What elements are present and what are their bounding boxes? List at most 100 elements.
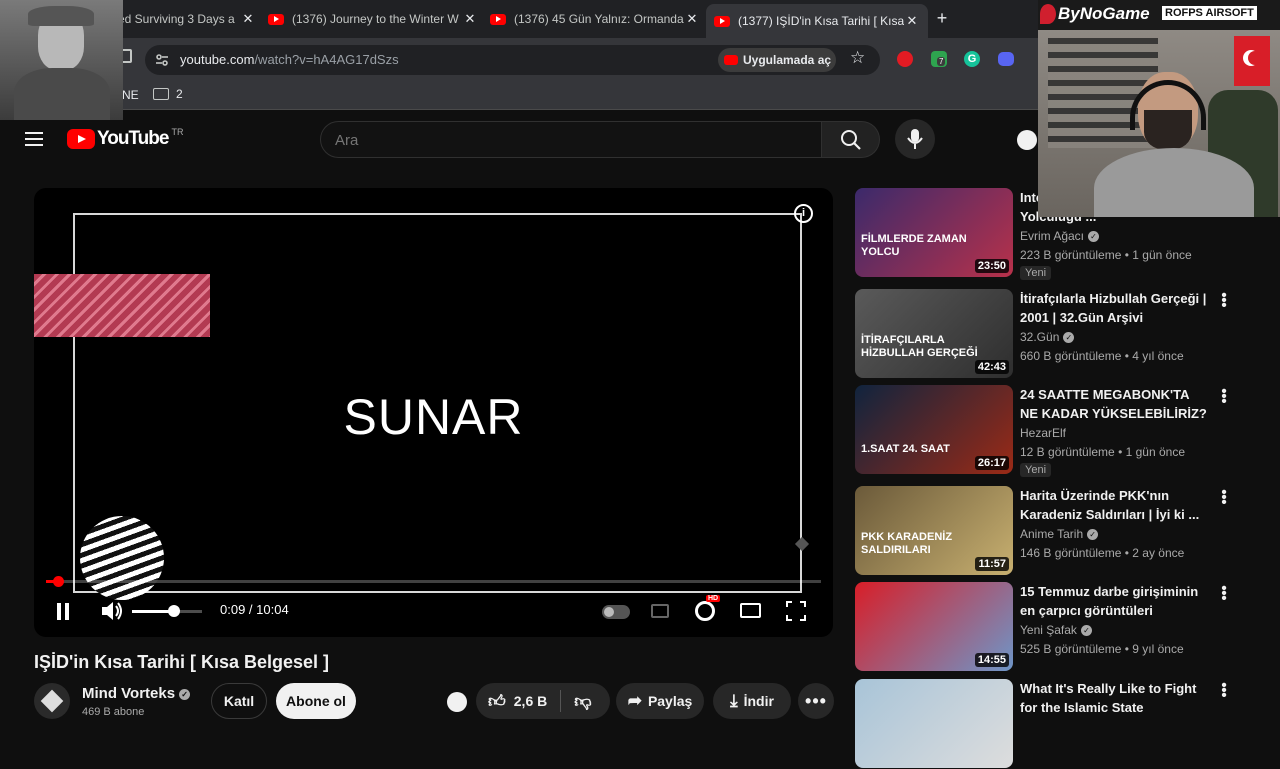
discord-icon[interactable] [998,52,1014,66]
like-icon[interactable]: 👍︎ [488,691,506,712]
browser-tab-active[interactable]: (1377) IŞİD'in Kısa Tarihi [ Kısa B ✕ [706,4,928,38]
join-button[interactable]: Katıl [211,683,267,719]
bookmark-star-icon[interactable]: ☆ [850,48,865,68]
youtube-favicon-icon [490,13,506,25]
bookmark-folder-label[interactable]: 2 [176,87,183,101]
video-thumbnail[interactable] [855,679,1013,768]
more-vertical-icon[interactable]: ••• [1219,288,1229,314]
channel-name[interactable]: Mind Vorteks ✓ [82,685,191,702]
grammarly-icon[interactable]: G [964,51,980,67]
site-settings-icon[interactable] [154,52,170,68]
recommendation-channel[interactable]: Anime Tarih ✓ [1020,527,1099,541]
more-vertical-icon[interactable]: ••• [1219,581,1229,607]
extension-green-icon[interactable]: 7 [931,51,947,67]
country-code: TR [171,127,184,137]
more-vertical-icon[interactable]: ••• [1219,678,1229,704]
browser-tab[interactable]: (1376) 45 Gün Yalnız: Ormandak ✕ [490,6,700,32]
youtube-logo[interactable]: YouTube TR [67,127,184,150]
autoplay-toggle[interactable] [602,605,630,619]
create-icon[interactable] [1017,130,1037,150]
search-box [320,121,822,158]
browser-tab[interactable]: ed Surviving 3 Days a ✕ [118,6,256,32]
tab-title: (1376) 45 Gün Yalnız: Ormandak [514,12,684,26]
volume-slider[interactable] [132,605,202,617]
recommendation-item[interactable]: PKK KARADENİZ SALDIRILARI 11:57 Harita Üze… [855,485,1245,576]
close-tab-icon[interactable]: ✕ [462,11,478,27]
close-tab-icon[interactable]: ✕ [904,13,920,29]
voice-search-button[interactable] [895,119,935,159]
bookmark-item[interactable]: NE [122,88,139,102]
recommendation-title[interactable]: Harita Üzerinde PKK'nın Karadeniz Saldır… [1020,486,1210,524]
search-input[interactable] [335,128,805,152]
video-player[interactable]: i SUNAR 0:09 / 10:04 HD [34,188,833,637]
settings-gear-icon[interactable]: HD [695,595,721,621]
more-actions-button[interactable]: ••• [798,683,834,719]
address-bar[interactable]: youtube.com/watch?v=hA4AG17dSzs Uygulama… [145,45,880,75]
recommendation-meta: 12 B görüntüleme • 1 gün önce [1020,445,1185,459]
webcam-overlay [1038,30,1280,217]
video-thumbnail[interactable]: 14:55 [855,582,1013,671]
video-thumbnail[interactable]: PKK KARADENİZ SALDIRILARI 11:57 [855,486,1013,575]
recommendation-channel[interactable]: 32.Gün ✓ [1020,330,1075,344]
recommendation-item[interactable]: İTİRAFÇILARLA HİZBULLAH GERÇEĞİ 42:43 İtir… [855,288,1245,379]
video-thumbnail[interactable]: 1.SAAT 24. SAAT 26:17 [855,385,1013,474]
rofps-brand: ROFPS AIRSOFT [1162,6,1257,20]
video-duration: 26:17 [974,456,1009,470]
verified-icon: ✓ [1080,625,1092,637]
thumbnail-text: 1.SAAT 24. SAAT [861,443,950,455]
recommendation-title[interactable]: İtirafçılarla Hizbullah Gerçeği | 2001 |… [1020,289,1210,327]
pause-icon [57,603,61,620]
progress-scrubber[interactable] [52,576,64,587]
video-thumbnail[interactable]: FİLMLERDE ZAMAN YOLCU 23:50 [855,188,1013,277]
subtitles-icon[interactable] [651,604,669,618]
recommendation-title[interactable]: 15 Temmuz darbe girişiminin en çarpıcı g… [1020,582,1210,620]
recommendation-channel[interactable]: Yeni Şafak ✓ [1020,623,1092,637]
volume-icon[interactable] [100,600,124,622]
browser-tab[interactable]: (1376) Journey to the Winter W ✕ [268,6,478,32]
url-text[interactable]: youtube.com/watch?v=hA4AG17dSzs [180,52,399,67]
verified-icon: ✓ [1063,332,1075,344]
hamburger-menu-icon[interactable] [25,132,43,146]
theater-mode-icon[interactable] [740,603,761,618]
microphone-icon [907,129,923,149]
more-vertical-icon[interactable]: ••• [1219,384,1229,410]
url-host: youtube.com [180,52,255,67]
close-tab-icon[interactable]: ✕ [240,11,256,27]
like-count[interactable]: 2,6 B [514,693,547,709]
share-button[interactable]: ➦ Paylaş [616,683,704,719]
channel-avatar[interactable] [34,683,70,719]
progress-bar[interactable] [46,576,821,587]
subscribe-button[interactable]: Abone ol [276,683,356,719]
folder-icon[interactable] [153,88,169,100]
info-icon[interactable]: i [794,204,813,223]
close-tab-icon[interactable]: ✕ [684,11,700,27]
more-horizontal-icon: ••• [805,690,827,711]
dislike-icon[interactable]: 👎︎ [574,691,591,712]
recommendation-title[interactable]: 24 SAATTE MEGABONK'TA NE KADAR YÜKSELEBİ… [1020,385,1210,423]
volume-knob[interactable] [168,605,180,617]
recommendation-channel[interactable]: Evrim Ağacı ✓ [1020,229,1100,243]
recommendation-title[interactable]: What It's Really Like to Fight for the I… [1020,679,1210,717]
download-button[interactable]: ⤓ İndir [713,683,791,719]
sparkle-ask-icon[interactable] [447,692,467,712]
tab-title: (1376) Journey to the Winter W [292,12,459,26]
search-button[interactable] [822,121,880,158]
more-vertical-icon[interactable]: ••• [1219,485,1229,511]
new-tab-button[interactable]: + [934,7,950,29]
recommendation-channel[interactable]: HezarElf [1020,426,1066,440]
extension-red-icon[interactable] [897,51,913,67]
video-thumbnail[interactable]: İTİRAFÇILARLA HİZBULLAH GERÇEĞİ 42:43 [855,289,1013,378]
verified-icon: ✓ [1087,529,1099,541]
youtube-favicon-icon [268,13,284,25]
recommendation-item[interactable]: What It's Really Like to Fight for the I… [855,678,1245,769]
recommendation-item[interactable]: 14:55 15 Temmuz darbe girişiminin en çarp… [855,581,1245,672]
recommendation-item[interactable]: 1.SAAT 24. SAAT 26:17 24 SAATTE MEGABONK'T… [855,384,1245,477]
thumbnail-text: İTİRAFÇILARLA HİZBULLAH GERÇEĞİ [861,334,978,359]
open-in-app-button[interactable]: Uygulamada aç [718,48,836,72]
open-in-app-label: Uygulamada aç [743,53,832,67]
pause-button[interactable] [56,603,70,620]
search-icon [840,129,861,150]
youtube-logo-text: YouTube [97,128,169,149]
fullscreen-icon[interactable] [786,601,806,621]
current-time: 0:09 [220,602,246,617]
